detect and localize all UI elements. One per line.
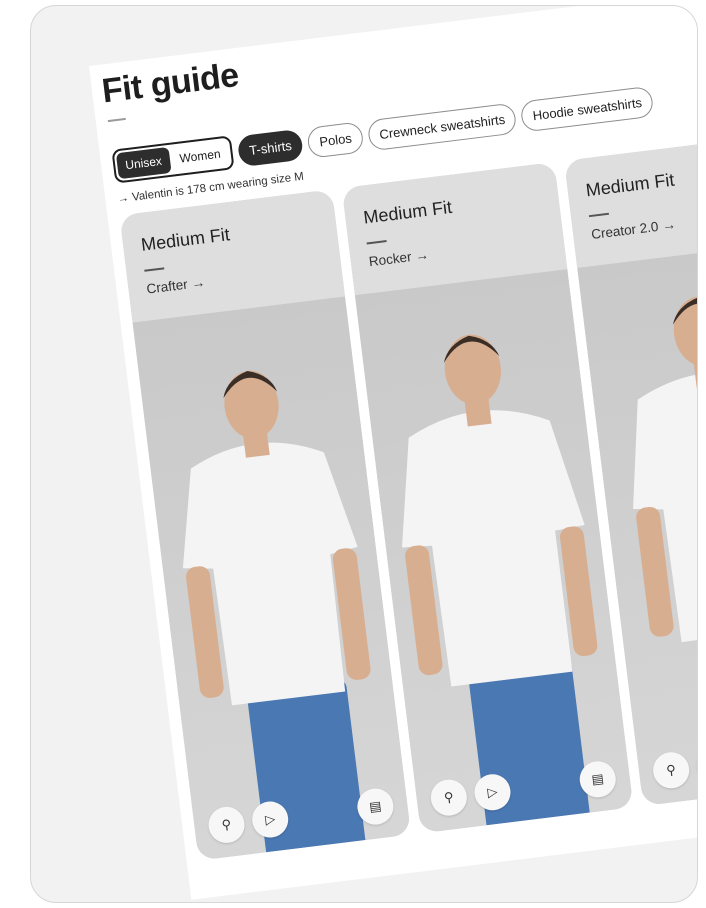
fit-cards: Medium Fit Crafter → ⚲ ▷ ▤ Medium Fit Ro… (119, 134, 697, 861)
title-divider (107, 117, 126, 123)
arrow-right-icon: → (116, 192, 130, 206)
zoom-icon[interactable]: ⚲ (651, 750, 692, 791)
card-divider (588, 212, 610, 218)
card-fit-label: Medium Fit (139, 224, 231, 255)
arrow-right-icon: → (414, 247, 430, 264)
fit-guide-page: Fit guide Unisex Women T-shirts Polos Cr… (89, 6, 697, 900)
play-icon[interactable]: ▷ (694, 744, 697, 785)
zoom-icon[interactable]: ⚲ (428, 777, 469, 818)
toggle-women[interactable]: Women (170, 139, 231, 173)
product-link[interactable]: Crafter → (146, 260, 325, 297)
gender-toggle: Unisex Women (111, 135, 235, 184)
product-link-label: Creator 2.0 (590, 218, 660, 242)
product-link-label: Crafter (145, 276, 189, 297)
product-link[interactable]: Creator 2.0 → (590, 205, 697, 242)
card-header: Medium Fit Creator 2.0 → (564, 134, 697, 269)
chip-hoodie-sweatshirts[interactable]: Hoodie sweatshirts (519, 85, 655, 133)
zoom-icon[interactable]: ⚲ (206, 804, 247, 845)
play-icon[interactable]: ▷ (250, 799, 291, 840)
product-link[interactable]: Rocker → (368, 233, 547, 270)
chip-crewneck-sweatshirts[interactable]: Crewneck sweatshirts (366, 101, 518, 151)
play-icon[interactable]: ▷ (472, 772, 513, 813)
product-link-label: Rocker (368, 249, 413, 270)
card-fit-label: Medium Fit (362, 196, 454, 228)
card-divider (144, 267, 165, 272)
chip-t-shirts[interactable]: T-shirts (236, 128, 305, 167)
arrow-right-icon: → (661, 216, 677, 234)
chip-polos[interactable]: Polos (306, 120, 365, 159)
card-divider (366, 240, 387, 245)
screenshot-frame: Fit guide Unisex Women T-shirts Polos Cr… (30, 5, 698, 903)
toggle-unisex[interactable]: Unisex (115, 146, 172, 180)
card-fit-label: Medium Fit (584, 169, 676, 201)
arrow-right-icon: → (190, 274, 206, 292)
page-title: Fit guide (99, 56, 241, 111)
